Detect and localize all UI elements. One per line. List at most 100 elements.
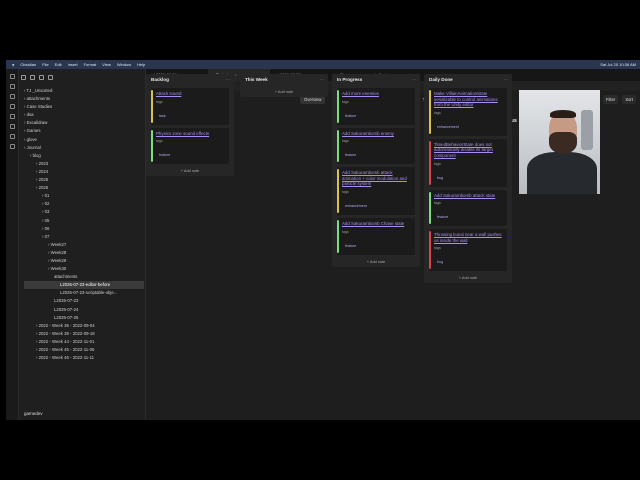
tree-item[interactable]: › Excalidraw <box>24 119 144 127</box>
add-note-button[interactable]: + Add note <box>240 87 328 97</box>
files-icon[interactable] <box>10 74 15 79</box>
apple-icon[interactable]: ● <box>12 62 14 67</box>
card-title[interactable]: Attack sound <box>156 91 226 97</box>
tree-item[interactable]: › 2023 <box>24 160 144 168</box>
tree-item[interactable]: › 2022 - Week 45 - 2022-11-06 <box>24 346 144 354</box>
tree-item[interactable]: › Week30 <box>24 265 144 273</box>
card-tag[interactable]: bug <box>434 176 443 180</box>
tree-item[interactable]: › Week28 <box>24 249 144 257</box>
kanban-card[interactable]: Add Sakurambomb attack state tags feature <box>429 189 507 227</box>
tree-item[interactable]: attachments <box>24 273 144 281</box>
card-tag[interactable]: feature <box>434 215 448 219</box>
card-title[interactable]: Add Sakurambomb Chase state <box>342 221 412 227</box>
person-hair <box>550 110 576 118</box>
tree-item[interactable]: › blog <box>24 152 144 160</box>
more-icon[interactable]: ⋯ <box>503 74 508 85</box>
close-icon[interactable]: × <box>234 72 236 77</box>
tree-item[interactable]: › 01 <box>24 192 144 200</box>
kanban-card[interactable]: Add Sakurambomb Chase state tags feature <box>337 217 415 255</box>
vault-name[interactable]: gamedev <box>24 411 43 416</box>
card-title[interactable]: Add Sakurambomb attack state <box>434 193 504 199</box>
card-title[interactable]: Throwing kunai near a wall pushes us ins… <box>434 232 504 243</box>
card-tag[interactable]: task <box>156 114 166 118</box>
collapse-icon[interactable] <box>48 75 53 80</box>
card-tag[interactable]: enhancement <box>434 125 459 129</box>
tree-item[interactable]: › 05 <box>24 217 144 225</box>
kanban-card[interactable]: Attack sound tags task <box>151 88 229 125</box>
tree-item[interactable]: › 2025 <box>24 176 144 184</box>
tree-item[interactable]: › 2022 - Week 44 - 2022-11-01 <box>24 338 144 346</box>
filter-button[interactable]: Filter <box>603 94 619 104</box>
command-icon[interactable] <box>10 144 15 149</box>
card-title[interactable]: TimedBehaviorState does not automaticall… <box>434 142 504 159</box>
kanban-card[interactable]: Throwing kunai near a wall pushes us ins… <box>429 229 507 272</box>
tree-item[interactable]: › Week27 <box>24 241 144 249</box>
tree-item[interactable]: › Week29 <box>24 257 144 265</box>
tree-item[interactable]: L2026-07-23-editor-before <box>24 281 144 290</box>
sort-button[interactable]: Sort <box>622 94 636 104</box>
tree-item[interactable]: L2026-07-24 <box>24 306 144 314</box>
tree-item[interactable]: › glove <box>24 136 144 144</box>
tree-item[interactable]: › 2022 - Week 36 - 2022-09-04 <box>24 322 144 330</box>
bookmark-icon[interactable] <box>10 94 15 99</box>
menu-view[interactable]: View <box>102 62 111 67</box>
menu-window[interactable]: Window <box>117 62 131 67</box>
card-title[interactable]: Physics zone sound effects <box>156 131 226 137</box>
add-note-button[interactable]: + Add note <box>332 257 420 267</box>
add-note-button[interactable]: + Add note <box>146 166 234 176</box>
card-title[interactable]: Add Sakurambomb enemy <box>342 131 412 137</box>
explorer-toolbar <box>21 72 53 82</box>
kanban-card[interactable]: Make VillainAnimationState serializable … <box>429 88 507 136</box>
more-icon[interactable]: ⋯ <box>411 74 416 85</box>
more-icon[interactable]: ⋯ <box>319 74 324 85</box>
kanban-card[interactable]: Physics zone sound effects tags feature <box>151 127 229 165</box>
add-note-button[interactable]: + Add note <box>424 273 512 283</box>
menu-help[interactable]: Help <box>137 62 145 67</box>
menu-edit[interactable]: Edit <box>55 62 62 67</box>
tree-item[interactable]: › 07 <box>24 233 144 241</box>
canvas-icon[interactable] <box>10 114 15 119</box>
tree-item[interactable]: › Case Studies <box>24 103 144 111</box>
tree-item[interactable]: › Journal <box>24 144 144 152</box>
tree-item[interactable]: › Games <box>24 127 144 135</box>
card-title[interactable]: Add more enemies <box>342 91 412 97</box>
kanban-card[interactable]: Add Sakurambomb enemy tags feature <box>337 127 415 165</box>
sort-icon[interactable] <box>39 75 44 80</box>
card-tag[interactable]: feature <box>342 153 356 157</box>
calendar-icon[interactable] <box>10 124 15 129</box>
card-title[interactable]: Add Sakurambomb attack animation + color… <box>342 170 412 187</box>
new-note-icon[interactable] <box>21 75 26 80</box>
card-title[interactable]: Make VillainAnimationState serializable … <box>434 91 504 108</box>
card-tag[interactable]: feature <box>156 153 170 157</box>
tree-item[interactable]: › 2026 <box>24 184 144 192</box>
menu-file[interactable]: File <box>42 62 48 67</box>
tree-item[interactable]: › TJ _Unsorted <box>24 87 144 95</box>
card-tag[interactable]: bug <box>434 260 443 264</box>
card-tag[interactable]: feature <box>342 114 356 118</box>
tree-item[interactable]: L2026-07-23 <box>24 297 144 305</box>
more-icon[interactable]: ⋯ <box>225 74 230 85</box>
menu-app[interactable]: Obsidian <box>20 62 36 67</box>
kanban-card[interactable]: TimedBehaviorState does not automaticall… <box>429 138 507 187</box>
tags-label: tags <box>434 246 441 251</box>
menu-insert[interactable]: Insert <box>68 62 78 67</box>
tree-item[interactable]: L2026-07-23-scriptable-obje... <box>24 289 144 297</box>
tree-item[interactable]: › 2022 - Week 38 - 2022-09-18 <box>24 330 144 338</box>
search-icon[interactable] <box>10 84 15 89</box>
tree-item[interactable]: › 03 <box>24 208 144 216</box>
card-tag[interactable]: enhancement <box>342 204 367 208</box>
tree-item[interactable]: › attachments <box>24 95 144 103</box>
graph-icon[interactable] <box>10 104 15 109</box>
tree-item[interactable]: › 02 <box>24 200 144 208</box>
tree-item[interactable]: › 06 <box>24 225 144 233</box>
tree-item[interactable]: › dsa <box>24 111 144 119</box>
tree-item[interactable]: › 2024 <box>24 168 144 176</box>
new-folder-icon[interactable] <box>30 75 35 80</box>
tree-item[interactable]: L2026-07-25 <box>24 314 144 322</box>
kanban-card[interactable]: Add more enemies tags feature <box>337 88 415 125</box>
kanban-card[interactable]: Add Sakurambomb attack animation + color… <box>337 167 415 215</box>
tree-item[interactable]: › 2022 - Week 46 - 2022-11-11 <box>24 354 144 362</box>
menu-format[interactable]: Format <box>84 62 97 67</box>
card-tag[interactable]: feature <box>342 244 356 248</box>
template-icon[interactable] <box>10 134 15 139</box>
